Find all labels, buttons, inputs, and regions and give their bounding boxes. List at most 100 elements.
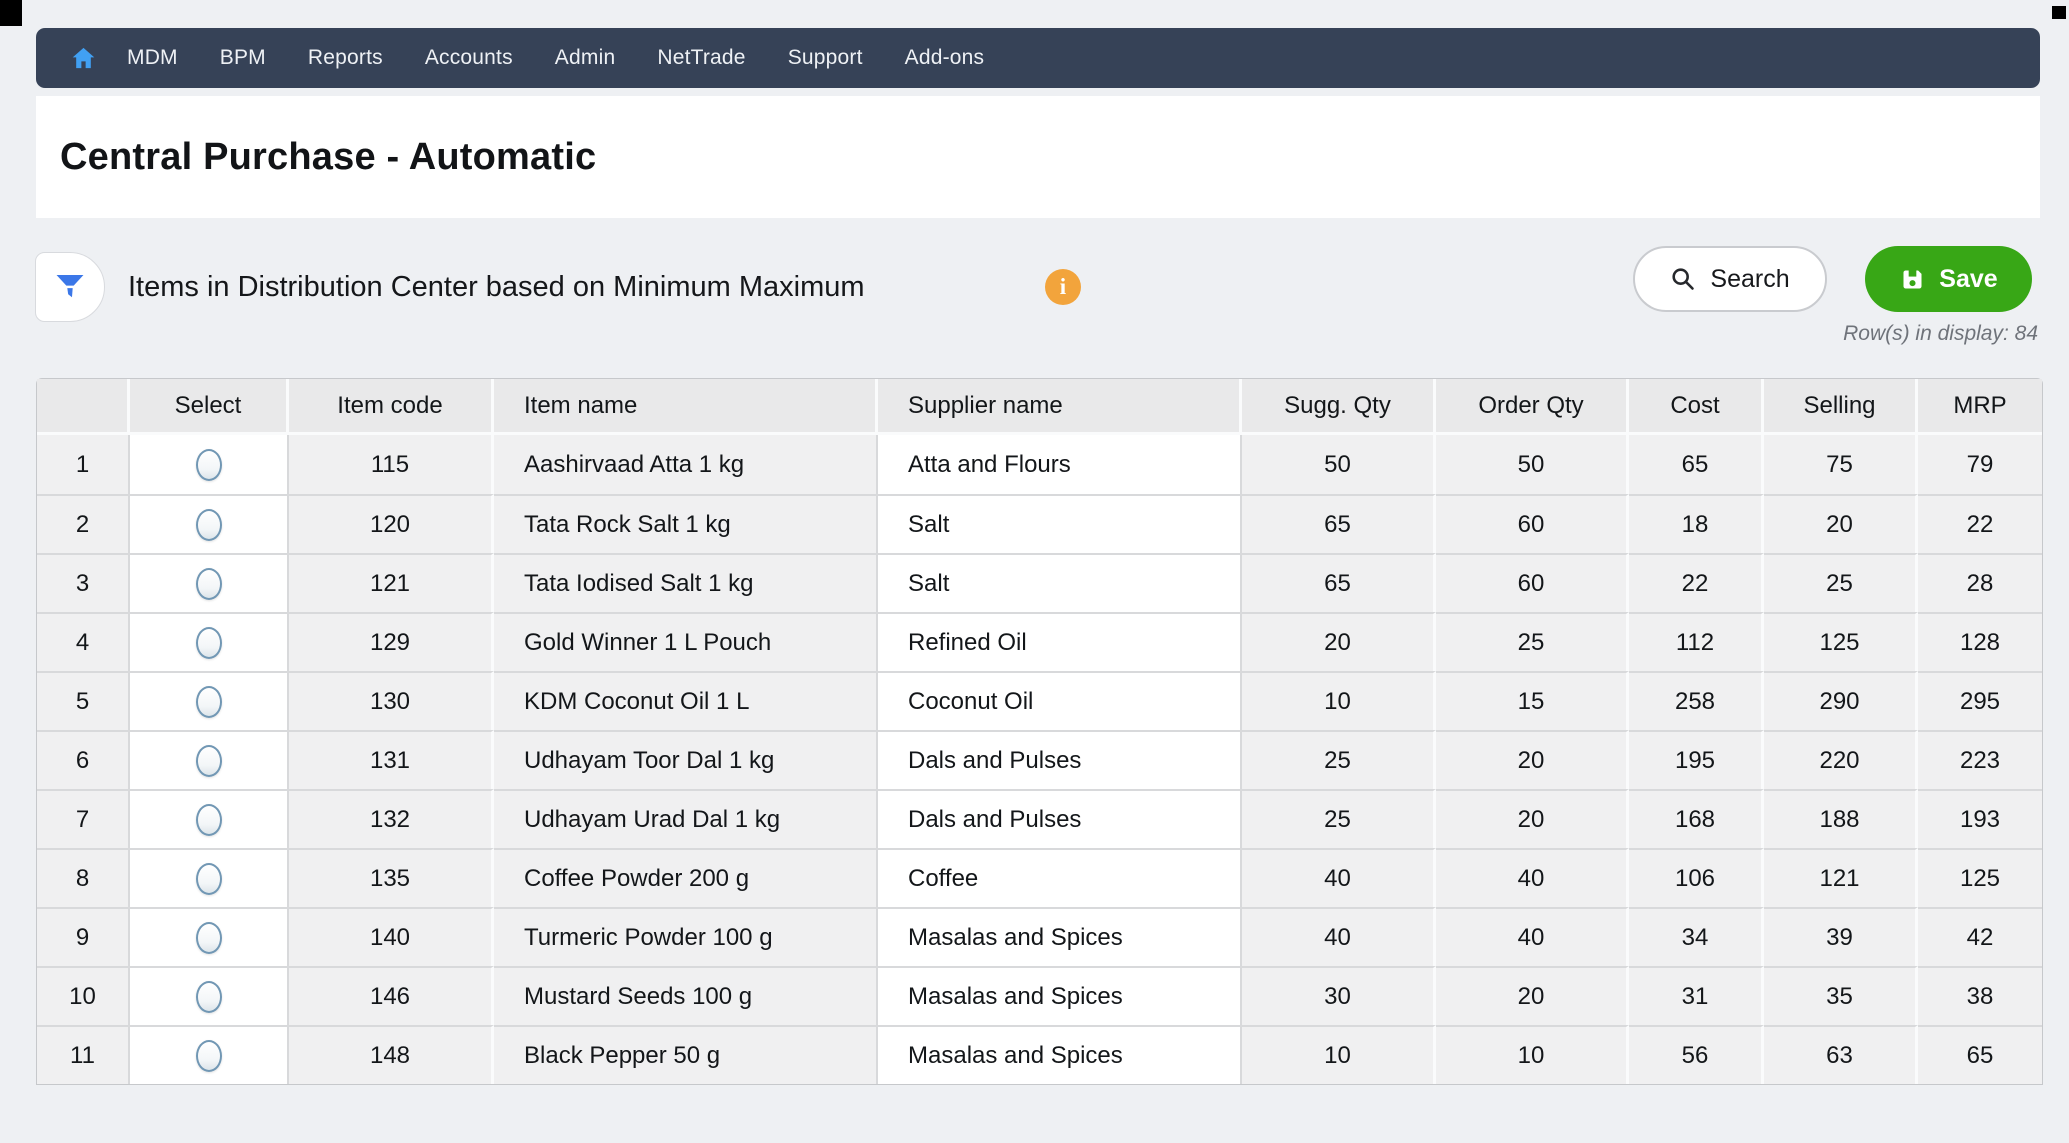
nav-item-reports[interactable]: Reports [287,28,404,88]
nav-item-admin[interactable]: Admin [534,28,637,88]
cell-selling: 20 [1764,494,1918,553]
cell-row-number: 2 [37,494,130,553]
nav-item-support[interactable]: Support [767,28,884,88]
cell-sugg_qty: 50 [1242,435,1436,494]
cell-supplier_name: Coconut Oil [878,671,1242,730]
column-header-order_qty: Order Qty [1436,379,1629,435]
cell-item_name: Udhayam Toor Dal 1 kg [494,730,878,789]
cell-row-number: 11 [37,1025,130,1084]
info-icon[interactable]: i [1045,269,1081,305]
search-button[interactable]: Search [1633,246,1827,312]
table-row: 9140Turmeric Powder 100 gMasalas and Spi… [37,907,2042,966]
items-table-wrap: SelectItem codeItem nameSupplier nameSug… [36,378,2043,1085]
cell-cost: 106 [1629,848,1764,907]
column-header-supplier_name: Supplier name [878,379,1242,435]
cell-selling: 121 [1764,848,1918,907]
cell-cost: 195 [1629,730,1764,789]
cell-mrp: 28 [1918,553,2042,612]
cell-selling: 75 [1764,435,1918,494]
select-radio[interactable] [196,449,222,481]
save-button[interactable]: Save [1865,246,2032,312]
cell-supplier_name: Salt [878,553,1242,612]
cell-order_qty: 60 [1436,553,1629,612]
cell-sugg_qty: 10 [1242,1025,1436,1084]
select-radio[interactable] [196,804,222,836]
cell-item_name: Turmeric Powder 100 g [494,907,878,966]
cell-row-number: 7 [37,789,130,848]
cell-mrp: 38 [1918,966,2042,1025]
cell-row-number: 10 [37,966,130,1025]
table-row: 8135Coffee Powder 200 gCoffee40401061211… [37,848,2042,907]
nav-item-bpm[interactable]: BPM [199,28,287,88]
cell-order_qty: 40 [1436,848,1629,907]
cell-item_code: 115 [289,435,494,494]
cell-select [130,435,289,494]
table-row: 5130KDM Coconut Oil 1 LCoconut Oil101525… [37,671,2042,730]
cell-item_name: Tata Rock Salt 1 kg [494,494,878,553]
cell-mrp: 193 [1918,789,2042,848]
cell-select [130,730,289,789]
cell-item_code: 120 [289,494,494,553]
table-row: 10146Mustard Seeds 100 gMasalas and Spic… [37,966,2042,1025]
select-radio[interactable] [196,509,222,541]
select-radio[interactable] [196,627,222,659]
column-header-cost: Cost [1629,379,1764,435]
cell-select [130,848,289,907]
nav-item-add-ons[interactable]: Add-ons [884,28,1006,88]
cell-mrp: 79 [1918,435,2042,494]
select-radio[interactable] [196,863,222,895]
select-radio[interactable] [196,981,222,1013]
cell-supplier_name: Atta and Flours [878,435,1242,494]
cell-order_qty: 40 [1436,907,1629,966]
cell-row-number: 3 [37,553,130,612]
cell-item_name: Coffee Powder 200 g [494,848,878,907]
select-radio[interactable] [196,1040,222,1072]
table-row: 11148Black Pepper 50 gMasalas and Spices… [37,1025,2042,1084]
top-navbar: MDM BPM Reports Accounts Admin NetTrade … [36,28,2040,88]
cell-selling: 188 [1764,789,1918,848]
cell-order_qty: 25 [1436,612,1629,671]
cell-supplier_name: Dals and Pulses [878,789,1242,848]
cell-order_qty: 15 [1436,671,1629,730]
nav-item-nettrade[interactable]: NetTrade [636,28,766,88]
nav-item-mdm[interactable]: MDM [106,28,199,88]
cell-row-number: 8 [37,848,130,907]
cell-order_qty: 50 [1436,435,1629,494]
column-header-mrp: MRP [1918,379,2042,435]
cell-item_code: 132 [289,789,494,848]
select-radio[interactable] [196,686,222,718]
cell-row-number: 9 [37,907,130,966]
select-radio[interactable] [196,568,222,600]
items-table: SelectItem codeItem nameSupplier nameSug… [36,378,2043,1085]
cell-item_code: 131 [289,730,494,789]
home-icon[interactable] [60,28,106,88]
cell-mrp: 65 [1918,1025,2042,1084]
cell-supplier_name: Coffee [878,848,1242,907]
column-header-sugg_qty: Sugg. Qty [1242,379,1436,435]
table-header-row: SelectItem codeItem nameSupplier nameSug… [37,379,2042,435]
cell-order_qty: 20 [1436,730,1629,789]
cell-item_name: Mustard Seeds 100 g [494,966,878,1025]
cell-sugg_qty: 40 [1242,907,1436,966]
filter-actions-row: Items in Distribution Center based on Mi… [36,244,2040,364]
select-radio[interactable] [196,745,222,777]
cell-cost: 65 [1629,435,1764,494]
cell-selling: 220 [1764,730,1918,789]
cell-item_code: 130 [289,671,494,730]
cell-sugg_qty: 30 [1242,966,1436,1025]
table-row: 2120Tata Rock Salt 1 kgSalt6560182022 [37,494,2042,553]
cell-order_qty: 20 [1436,789,1629,848]
cell-supplier_name: Salt [878,494,1242,553]
select-radio[interactable] [196,922,222,954]
table-row: 1115Aashirvaad Atta 1 kgAtta and Flours5… [37,435,2042,494]
filter-button[interactable] [35,252,105,322]
cell-mrp: 295 [1918,671,2042,730]
cell-selling: 39 [1764,907,1918,966]
nav-item-accounts[interactable]: Accounts [404,28,534,88]
filter-funnel-icon [53,270,87,304]
table-row: 3121Tata Iodised Salt 1 kgSalt6560222528 [37,553,2042,612]
cell-item_name: Tata Iodised Salt 1 kg [494,553,878,612]
cell-select [130,966,289,1025]
cell-item_code: 146 [289,966,494,1025]
cell-item_code: 135 [289,848,494,907]
